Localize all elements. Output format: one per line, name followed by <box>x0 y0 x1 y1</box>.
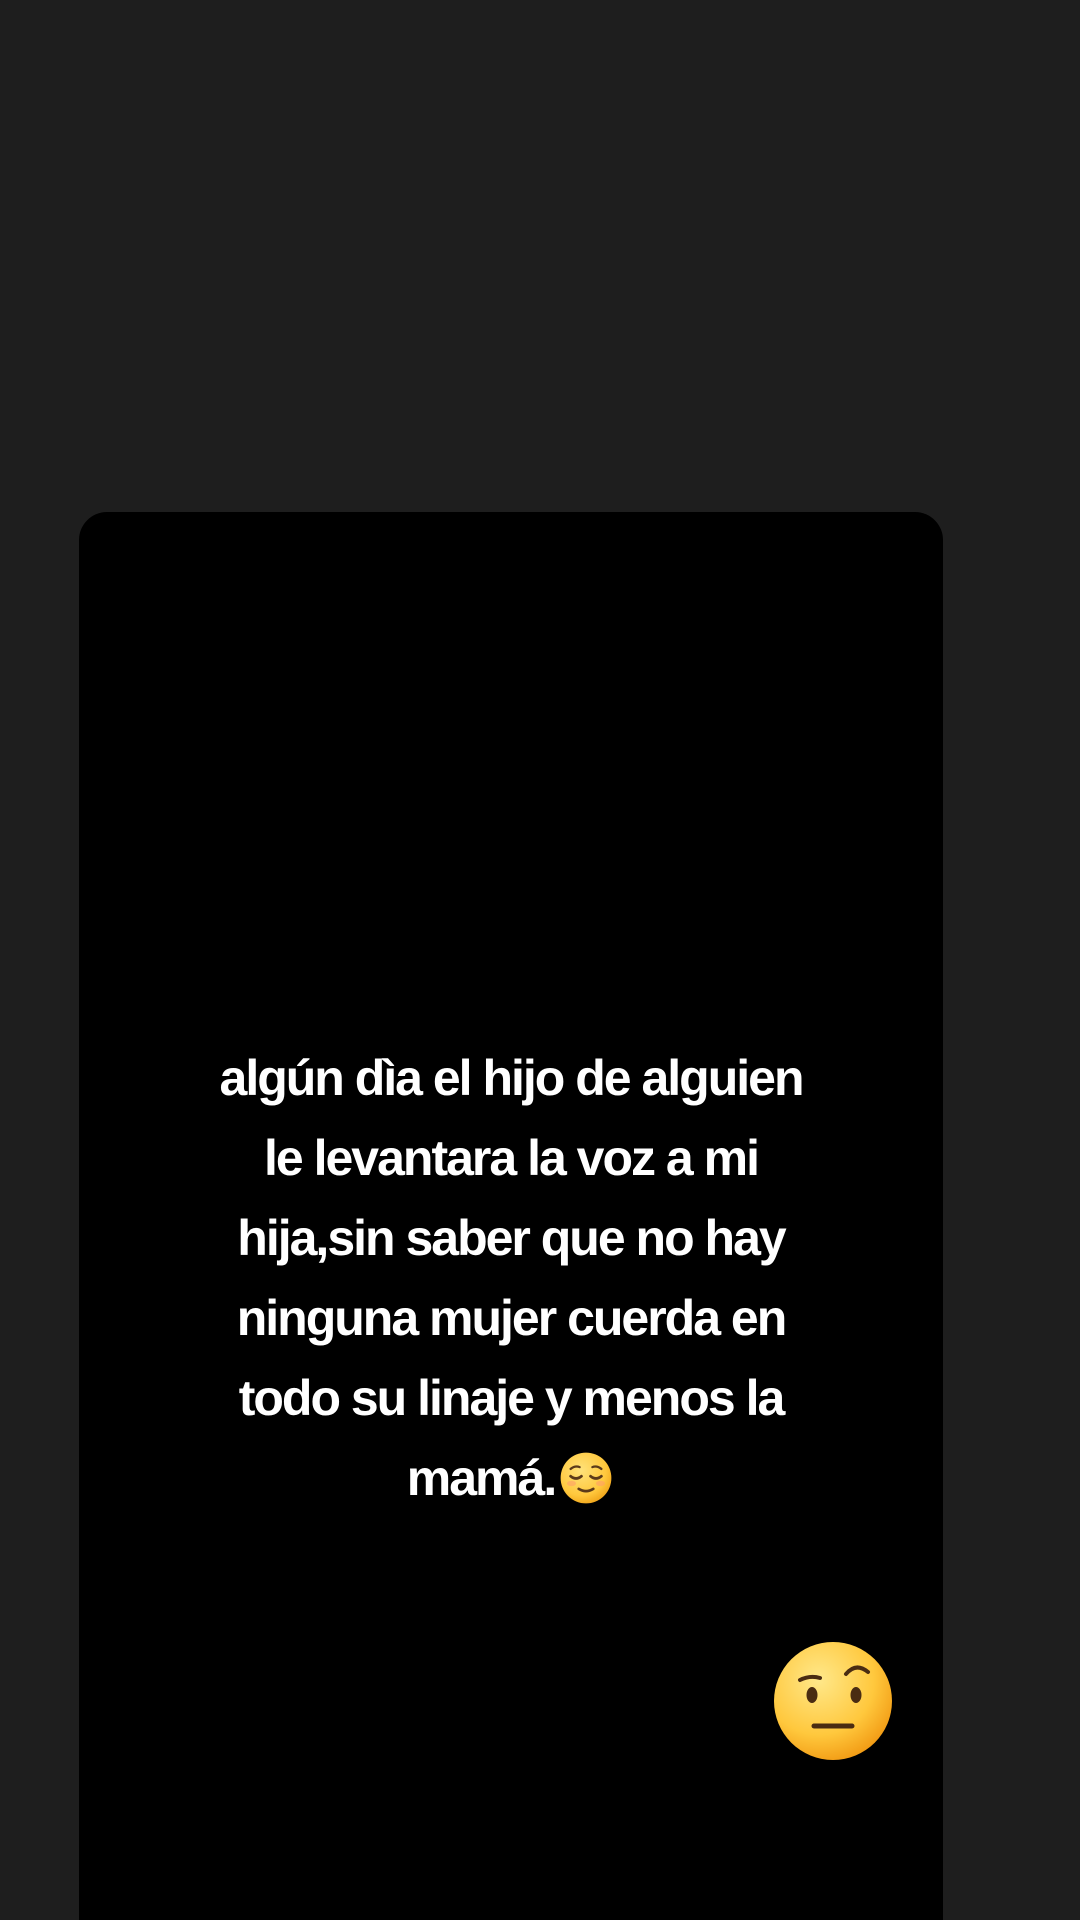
app-screen: algún dìa el hijo de alguien le levantar… <box>0 0 1080 1920</box>
caption-line-6: mamá. <box>79 1438 943 1518</box>
caption-line-2: le levantara la voz a mi <box>263 1129 761 1187</box>
caption-line-4: ninguna mujer cuerda en <box>236 1289 789 1347</box>
caption-line-6-text: mamá. <box>406 1449 558 1507</box>
caption-text: algún dìa el hijo de alguien le levantar… <box>79 1038 943 1518</box>
caption-line-3: hija,sin saber que no hay <box>236 1209 787 1267</box>
caption-line-5: todo su linaje y menos la <box>238 1369 787 1427</box>
caption-line-1: algún dìa el hijo de alguien <box>219 1049 806 1107</box>
video-card[interactable]: algún dìa el hijo de alguien le levantar… <box>79 512 943 1920</box>
face-with-raised-eyebrow-icon <box>774 1642 892 1760</box>
relieved-face-icon <box>559 1451 613 1505</box>
